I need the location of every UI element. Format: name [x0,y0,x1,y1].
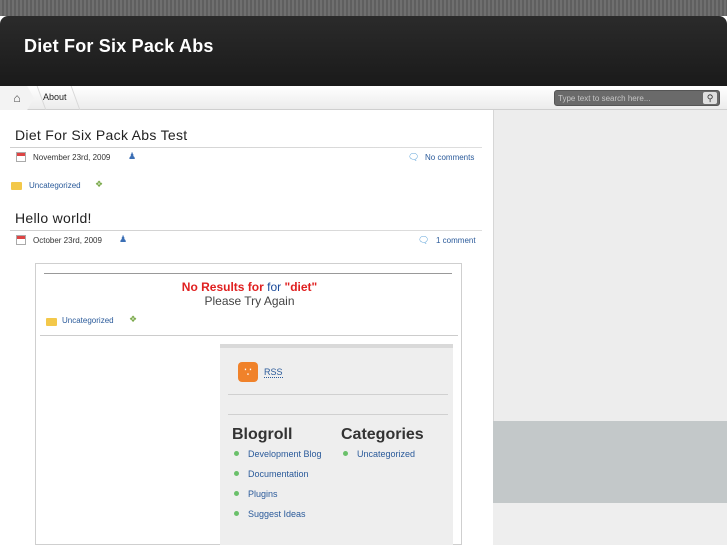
post-date: October 23rd, 2009 [33,236,102,245]
nav-item-about[interactable]: About [43,92,67,102]
post-title[interactable]: Diet For Six Pack Abs Test [15,127,188,143]
tag-icon: ❖ [95,179,104,189]
site-header: Diet For Six Pack Abs [0,16,727,86]
no-results-prefix: No Results for [181,280,264,294]
tag-icon: ❖ [129,314,138,324]
post-divider [10,147,482,148]
blogroll-title: Blogroll [232,426,293,443]
bullet-icon [234,471,239,476]
sidebar-band [493,421,727,503]
blogroll-link[interactable]: Development Blog [248,449,322,459]
blogroll-link[interactable]: Documentation [248,469,309,479]
author-icon[interactable]: ♟ [119,234,127,245]
blogroll-list: Development Blog Documentation Plugins S… [234,446,324,522]
search-box: ⚲ [554,90,720,106]
categories-list: Uncategorized [343,446,443,462]
post-title[interactable]: Hello world! [15,210,92,226]
no-results-for: for [267,280,282,294]
blogroll-link[interactable]: Suggest Ideas [248,509,306,519]
try-again-text: Please Try Again [204,294,295,308]
search-button[interactable]: ⚲ [703,92,717,104]
post-date: November 23rd, 2009 [33,153,111,162]
search-icon: ⚲ [706,93,714,103]
category-link[interactable]: Uncategorized [357,449,415,459]
list-item[interactable]: Development Blog [234,446,324,462]
sidebar-top-bar [220,344,453,348]
calendar-icon [16,235,26,245]
list-item[interactable]: Plugins [234,486,324,502]
search-query: "diet" [284,280,318,294]
bullet-icon [234,451,239,456]
site-title[interactable]: Diet For Six Pack Abs [24,36,214,57]
rss-link[interactable]: RSS [264,367,283,378]
comments-link[interactable]: No comments [425,153,474,162]
top-stripe [0,0,727,16]
category-link[interactable]: Uncategorized [29,181,81,190]
list-item[interactable]: Uncategorized [343,446,443,462]
post-divider [10,230,482,231]
bullet-icon [343,451,348,456]
category-link[interactable]: Uncategorized [62,316,114,325]
bullet-icon [234,511,239,516]
comments-link[interactable]: 1 comment [436,236,476,245]
divider [44,273,452,274]
divider [40,335,458,336]
folder-icon [46,318,57,326]
no-results-heading: No Results for for "diet" [36,280,463,294]
bullet-icon [234,491,239,496]
comment-icon: 🗨 [418,235,430,245]
divider [228,414,448,415]
embedded-sidebar: ∵ RSS Blogroll Categories Development Bl… [220,344,453,545]
embedded-results-frame: No Results for for "diet" Please Try Aga… [35,263,462,545]
rss-icon[interactable]: ∵ [238,362,258,382]
blogroll-link[interactable]: Plugins [248,489,278,499]
folder-icon [11,182,22,190]
comment-icon: 🗨 [408,152,420,162]
home-icon: ⌂ [13,91,21,105]
author-icon[interactable]: ♟ [128,151,136,162]
sidebar-bottom [493,503,727,545]
categories-title: Categories [341,426,424,443]
divider [228,394,448,395]
calendar-icon [16,152,26,162]
list-item[interactable]: Documentation [234,466,324,482]
search-input[interactable] [558,92,698,104]
list-item[interactable]: Suggest Ideas [234,506,324,522]
